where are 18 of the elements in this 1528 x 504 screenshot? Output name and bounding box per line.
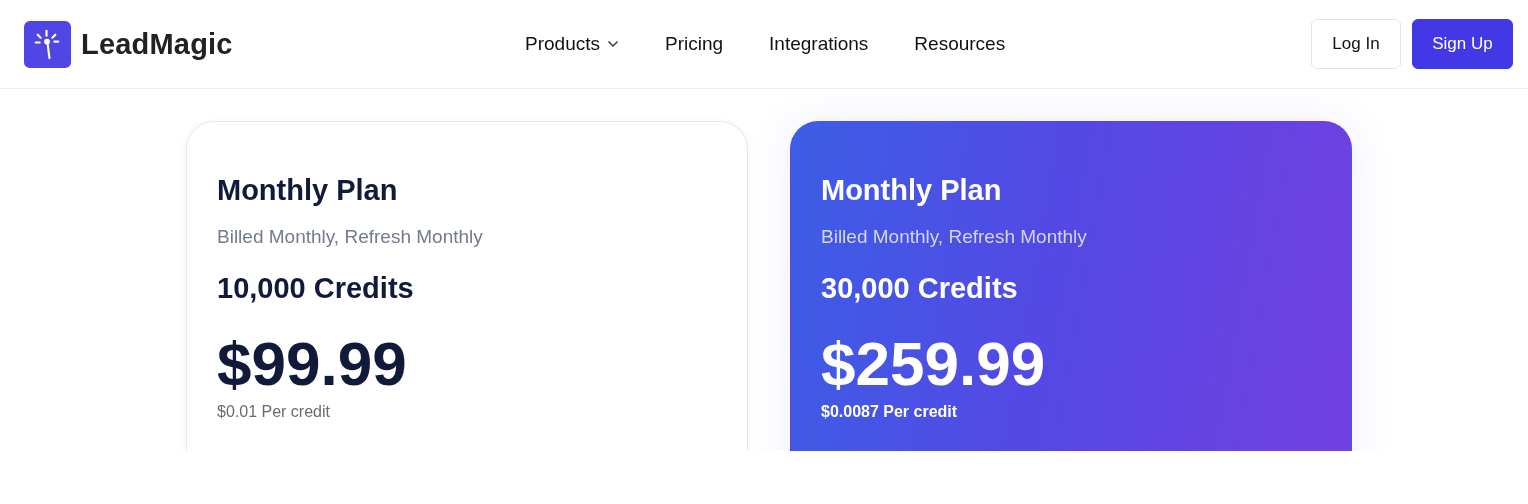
per-credit-price: $0.01 Per credit: [217, 403, 331, 421]
nav-link[interactable]: Products: [525, 33, 619, 55]
plan-title: Monthly Plan: [821, 174, 1003, 207]
logo-icon[interactable]: [24, 20, 71, 68]
log-in-button[interactable]: Log In: [1311, 19, 1401, 69]
plan-billing: Billed Monthly, Refresh Monthly: [821, 226, 1088, 248]
plan-price: $99.99: [217, 333, 408, 395]
plan-billing: Billed Monthly, Refresh Monthly: [217, 226, 484, 248]
plan-credits: 10,000 Credits: [217, 272, 415, 305]
plan-price: $259.99: [821, 333, 1047, 395]
nav-link[interactable]: Pricing: [665, 33, 724, 55]
nav-link[interactable]: Integrations: [769, 33, 869, 55]
plan-credits: 30,000 Credits: [821, 272, 1019, 305]
brand-name[interactable]: LeadMagic: [81, 27, 233, 61]
per-credit-price: $0.0087 Per credit: [821, 403, 959, 421]
plan-title: Monthly Plan: [217, 174, 399, 207]
nav-link[interactable]: Resources: [914, 33, 1006, 55]
sign-up-button[interactable]: Sign Up: [1412, 19, 1513, 69]
